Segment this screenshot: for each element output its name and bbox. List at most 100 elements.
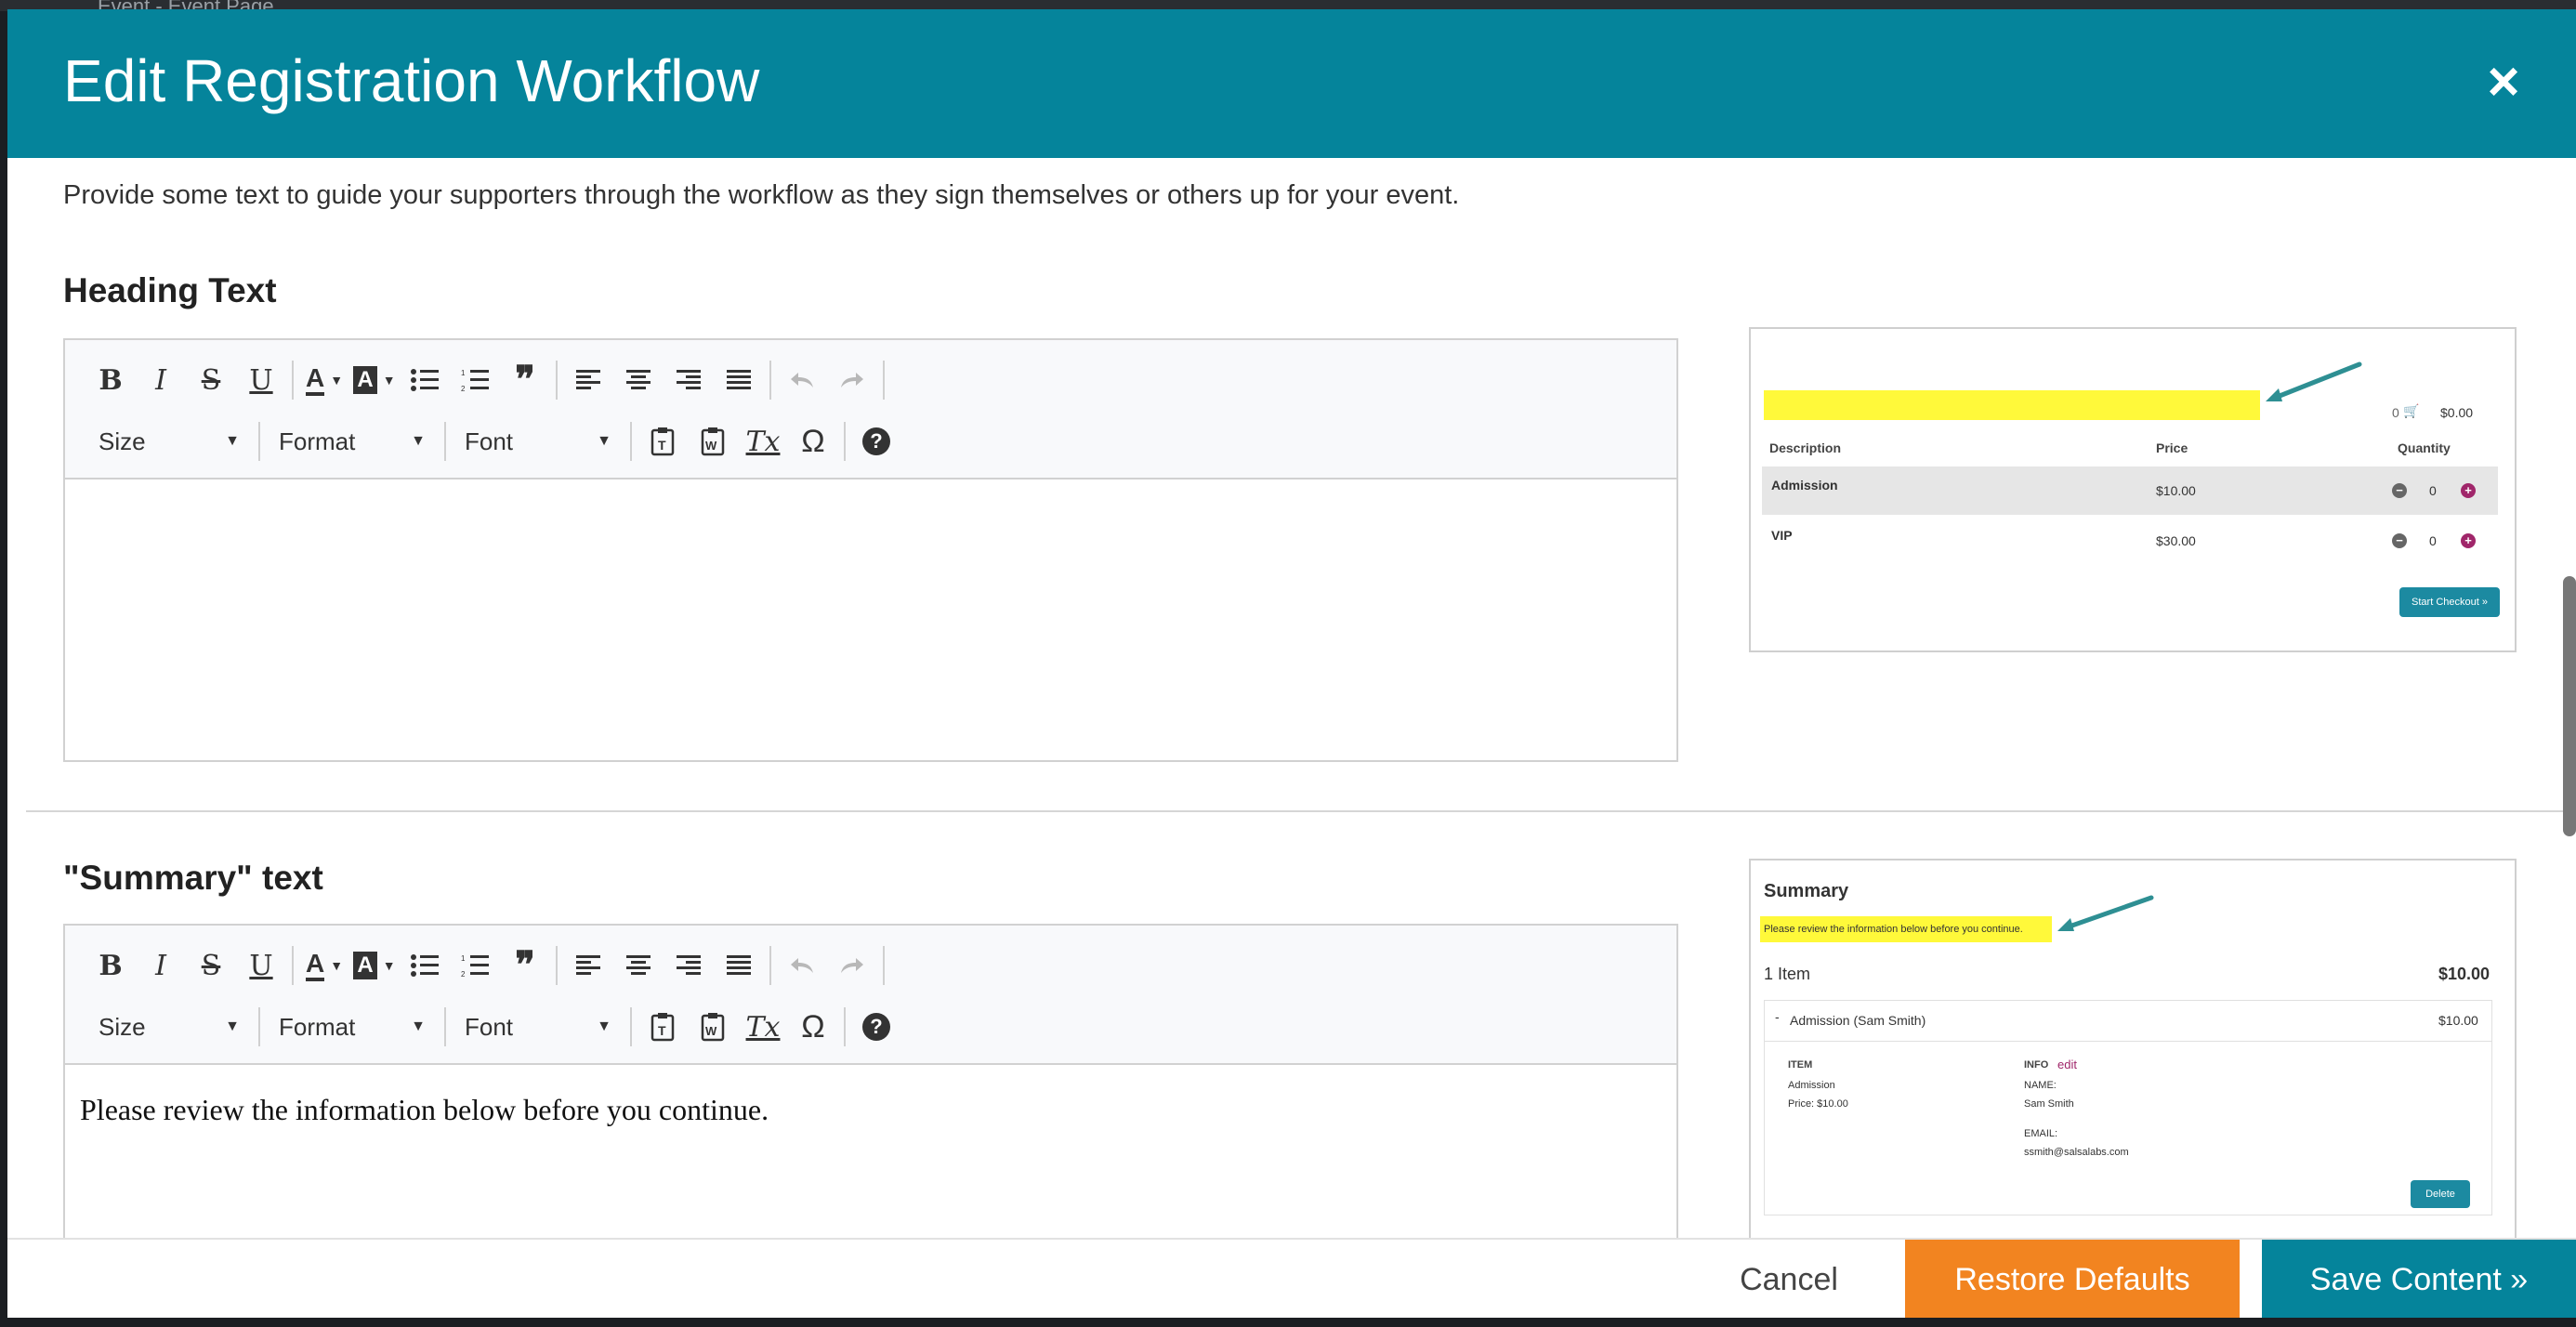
paste-text-button[interactable]: T: [637, 1004, 688, 1050]
row-price: $30.00: [2156, 533, 2196, 548]
redo-button[interactable]: [827, 942, 877, 989]
row-qty: 0: [2429, 533, 2437, 548]
numbered-list-button[interactable]: 12: [450, 942, 500, 989]
cart-total: $0.00: [2440, 405, 2474, 420]
summary-content-text: Please review the information below befo…: [80, 1093, 769, 1126]
align-left-button[interactable]: [563, 942, 613, 989]
bulleted-list-button[interactable]: [400, 942, 450, 989]
bold-button[interactable]: B: [85, 942, 136, 989]
chevron-down-icon: ▼: [597, 433, 611, 449]
align-center-icon: [626, 955, 651, 975]
heading-text-title: Heading Text: [63, 271, 277, 309]
toolbar-separator: [883, 946, 885, 985]
align-right-icon: [677, 370, 701, 389]
redo-button[interactable]: [827, 357, 877, 403]
paste-word-button[interactable]: W: [688, 1004, 738, 1050]
cancel-button[interactable]: Cancel: [1691, 1240, 1886, 1318]
align-right-button[interactable]: [664, 357, 714, 403]
items-total: $10.00: [2438, 965, 2491, 983]
undo-button[interactable]: [777, 357, 827, 403]
heading-text-content[interactable]: [65, 480, 1676, 760]
underline-button[interactable]: U: [236, 357, 286, 403]
editor-toolbar: B I S U A ▼ A ▼ 12 ❞ Size ▼ Format ▼ Fon…: [65, 926, 1676, 1065]
special-character-button[interactable]: Ω: [788, 1004, 838, 1050]
background-color-button[interactable]: A ▼: [349, 942, 400, 989]
col-price: Price: [2156, 440, 2188, 455]
paste-word-button[interactable]: W: [688, 418, 738, 465]
blockquote-icon: ❞: [515, 360, 535, 401]
font-dropdown[interactable]: Font ▼: [452, 1004, 624, 1050]
background-color-button[interactable]: A ▼: [349, 357, 400, 403]
chevron-down-icon: ▼: [225, 1018, 240, 1034]
align-left-button[interactable]: [563, 357, 613, 403]
toolbar-separator: [556, 361, 558, 400]
numbered-list-button[interactable]: 12: [450, 357, 500, 403]
bulleted-list-button[interactable]: [400, 357, 450, 403]
name-value: Sam Smith: [2024, 1098, 2074, 1110]
help-button[interactable]: ?: [851, 418, 901, 465]
justify-icon: [727, 370, 751, 389]
underline-button[interactable]: U: [236, 942, 286, 989]
svg-text:W: W: [705, 439, 717, 453]
size-dropdown[interactable]: Size ▼: [85, 418, 253, 465]
save-content-button[interactable]: Save Content »: [2262, 1240, 2576, 1318]
strikethrough-button[interactable]: S: [186, 357, 236, 403]
close-icon[interactable]: ×: [2477, 54, 2530, 110]
blockquote-button[interactable]: ❞: [500, 942, 550, 989]
italic-button[interactable]: I: [136, 942, 186, 989]
blockquote-button[interactable]: ❞: [500, 357, 550, 403]
size-dropdown[interactable]: Size ▼: [85, 1004, 253, 1050]
italic-button[interactable]: I: [136, 357, 186, 403]
restore-defaults-button[interactable]: Restore Defaults: [1905, 1240, 2240, 1318]
undo-button[interactable]: [777, 942, 827, 989]
modal-title: Edit Registration Workflow: [63, 47, 760, 114]
help-icon: ?: [862, 427, 890, 455]
align-center-button[interactable]: [613, 357, 664, 403]
bulleted-list-icon: [411, 369, 439, 391]
row-price: $10.00: [2156, 483, 2196, 498]
toolbar-separator: [292, 361, 294, 400]
paste-text-button[interactable]: T: [637, 418, 688, 465]
clear-formatting-button[interactable]: Tx: [738, 1004, 788, 1050]
clear-formatting-button[interactable]: Tx: [738, 418, 788, 465]
summary-text-content[interactable]: Please review the information below befo…: [65, 1065, 1676, 1260]
align-center-button[interactable]: [613, 942, 664, 989]
svg-text:1: 1: [461, 954, 466, 963]
paste-text-icon: T: [651, 427, 675, 456]
plus-icon: +: [2461, 483, 2476, 498]
chevron-down-icon: ▼: [411, 433, 426, 449]
scrollbar-thumb[interactable]: [2563, 576, 2576, 836]
clear-formatting-icon: Tx: [745, 425, 781, 458]
info-head: INFO: [2024, 1059, 2049, 1071]
align-left-icon: [576, 370, 600, 389]
special-character-button[interactable]: Ω: [788, 418, 838, 465]
col-description: Description: [1769, 440, 1842, 455]
align-right-button[interactable]: [664, 942, 714, 989]
line-item-name: Admission (Sam Smith): [1790, 1013, 1926, 1028]
bold-button[interactable]: B: [85, 357, 136, 403]
background-color-icon: A: [353, 366, 377, 394]
svg-text:1: 1: [461, 369, 466, 377]
paste-word-icon: W: [701, 427, 725, 456]
toolbar-separator: [292, 946, 294, 985]
edit-registration-modal: Edit Registration Workflow × Provide som…: [7, 9, 2576, 1318]
font-dropdown[interactable]: Font ▼: [452, 418, 624, 465]
font-color-button[interactable]: A ▼: [299, 357, 349, 403]
svg-text:W: W: [705, 1024, 717, 1038]
toolbar-row-formatting: B I S U A ▼ A ▼ 12 ❞: [85, 357, 890, 403]
help-button[interactable]: ?: [851, 1004, 901, 1050]
justify-button[interactable]: [714, 942, 764, 989]
heading-text-editor: B I S U A ▼ A ▼ 12 ❞ Size ▼ Format ▼ Fon…: [63, 338, 1678, 762]
toolbar-separator: [769, 946, 771, 985]
editor-toolbar: B I S U A ▼ A ▼ 12 ❞ Size ▼ Format ▼ Fon…: [65, 340, 1676, 480]
clear-formatting-icon: Tx: [745, 1010, 781, 1044]
strikethrough-button[interactable]: S: [186, 942, 236, 989]
summary-heading: Summary: [1764, 881, 1849, 901]
format-dropdown[interactable]: Format ▼: [266, 1004, 439, 1050]
svg-text:2: 2: [461, 970, 466, 978]
font-color-button[interactable]: A ▼: [299, 942, 349, 989]
justify-button[interactable]: [714, 357, 764, 403]
format-dropdown[interactable]: Format ▼: [266, 418, 439, 465]
toolbar-separator: [258, 422, 260, 461]
items-count: 1 Item: [1764, 965, 1811, 983]
